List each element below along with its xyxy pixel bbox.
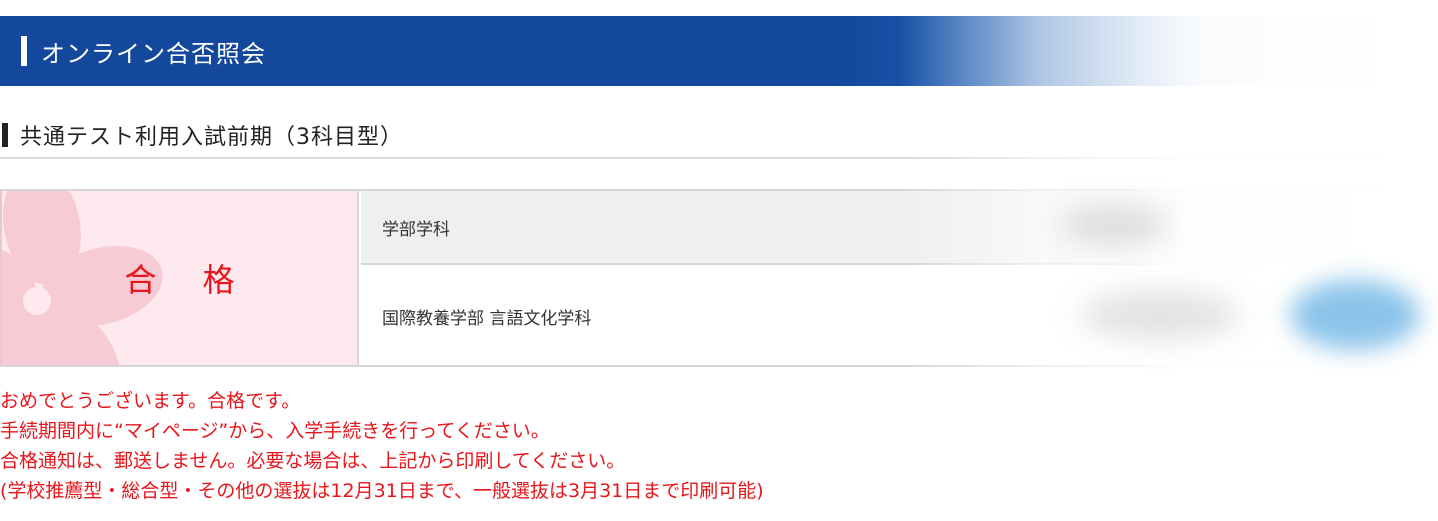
message-line: (学校推薦型・総合型・その他の選抜は12月31日まで、一般選抜は3月31日まで印…: [0, 480, 764, 502]
section-accent-bar: [2, 123, 8, 147]
blurred-header-cell: [1060, 205, 1170, 245]
result-table: 合 格 学部学科 国際教養学部 言語文化学科: [0, 189, 1438, 367]
header-accent-bar: [21, 36, 27, 66]
department-value: 国際教養学部 言語文化学科: [361, 267, 1438, 365]
result-messages: おめでとうございます。合格です。 手続期間内に“マイページ”から、入学手続きを行…: [0, 386, 1000, 506]
page-title: オンライン合否照会: [41, 39, 266, 68]
page-header: オンライン合否照会: [0, 16, 1438, 86]
message-line: おめでとうございます。合格です。: [0, 390, 301, 412]
message-line: 手続期間内に“マイページ”から、入学手続きを行ってください。: [0, 420, 550, 442]
blurred-button: [1290, 280, 1420, 350]
department-header-label: 学部学科: [361, 191, 1438, 265]
blurred-cell: [1080, 290, 1240, 340]
message-line: 合格通知は、郵送しません。必要な場合は、上記から印刷してください。: [0, 450, 626, 472]
exam-section-heading: 共通テスト利用入試前期（3科目型）: [0, 113, 1438, 159]
result-status-text: 合 格: [124, 261, 253, 299]
exam-type-title: 共通テスト利用入試前期（3科目型）: [20, 125, 403, 150]
result-status-cell: 合 格: [0, 191, 359, 365]
